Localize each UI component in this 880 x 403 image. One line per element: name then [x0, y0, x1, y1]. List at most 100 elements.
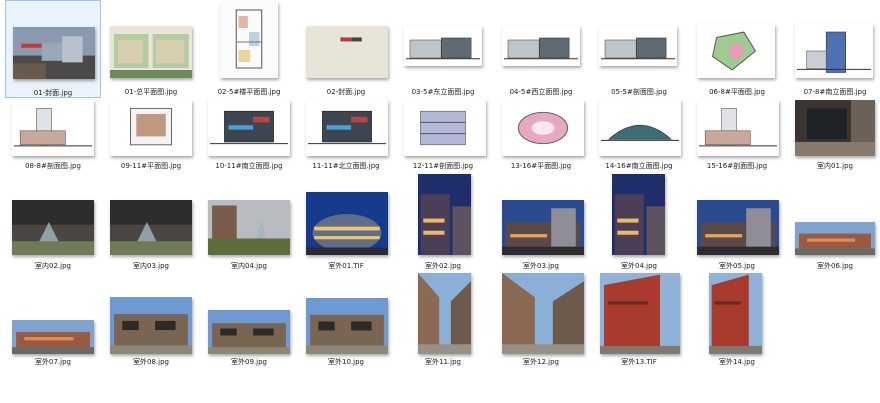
file-thumbnail[interactable]: [600, 273, 680, 354]
file-thumbnail[interactable]: [306, 192, 388, 255]
file-name-label[interactable]: 室外12.jpg: [493, 358, 589, 367]
file-thumbnail[interactable]: [208, 200, 290, 255]
file-thumbnail[interactable]: [697, 100, 779, 156]
file-item[interactable]: 室外02.jpg: [395, 170, 491, 272]
file-name-label[interactable]: 室外13.TIF: [591, 358, 687, 367]
file-name-label[interactable]: 室外08.jpg: [103, 358, 199, 367]
file-item[interactable]: 10-11#南立面图.jpg: [201, 96, 297, 172]
file-item[interactable]: 09-11#平面图.jpg: [103, 96, 199, 172]
file-thumbnail[interactable]: [795, 222, 875, 255]
file-item[interactable]: 室外11.jpg: [395, 268, 491, 368]
file-thumbnail[interactable]: [12, 100, 94, 156]
thumbnail-image-0: [13, 27, 95, 79]
file-thumbnail[interactable]: [208, 100, 290, 156]
thumbnail-image-12: [306, 100, 388, 156]
file-name-label[interactable]: 室外09.jpg: [201, 358, 297, 367]
file-item[interactable]: 02-5#楼平面图.jpg: [201, 0, 297, 98]
thumbnail-image-23: [502, 200, 584, 255]
file-thumbnail[interactable]: [599, 100, 681, 156]
file-item[interactable]: 12-11#剖面图.jpg: [395, 96, 491, 172]
file-thumbnail[interactable]: [208, 310, 290, 354]
file-thumbnail[interactable]: [110, 100, 192, 156]
file-thumbnail[interactable]: [795, 100, 875, 156]
file-name-label[interactable]: 室外07.jpg: [5, 358, 101, 367]
thumbnail-image-9: [12, 100, 94, 156]
thumbnail-image-33: [600, 273, 680, 354]
file-item[interactable]: 02-封面.jpg: [298, 0, 394, 98]
file-item[interactable]: 室外09.jpg: [201, 268, 297, 368]
file-thumbnail[interactable]: [599, 26, 677, 66]
file-item[interactable]: 室外10.jpg: [298, 268, 394, 368]
thumbnail-image-18: [12, 200, 94, 255]
thumbnail-image-4: [404, 26, 482, 66]
file-item[interactable]: 室外12.jpg: [493, 268, 589, 368]
file-thumbnail[interactable]: [697, 24, 775, 78]
file-thumbnail[interactable]: [306, 26, 388, 78]
file-name-label[interactable]: 室外11.jpg: [395, 358, 491, 367]
file-thumbnail[interactable]: [418, 273, 471, 354]
file-name-label[interactable]: 室外06.jpg: [787, 262, 880, 271]
file-item[interactable]: 08-8#剖面图.jpg: [5, 96, 101, 172]
file-item[interactable]: 15-16#剖面图.jpg: [689, 96, 785, 172]
file-thumbnail[interactable]: [13, 27, 95, 79]
file-item[interactable]: 室外14.jpg: [689, 268, 785, 368]
thumbnail-image-29: [208, 310, 290, 354]
file-thumbnail[interactable]: [612, 174, 665, 255]
file-item[interactable]: 室外06.jpg: [787, 170, 880, 272]
file-item[interactable]: 05-5#剖面图.jpg: [591, 0, 687, 98]
file-thumbnail[interactable]: [502, 26, 580, 66]
thumbnail-image-17: [795, 100, 875, 156]
thumbnail-image-11: [208, 100, 290, 156]
file-item[interactable]: 室内02.jpg: [5, 170, 101, 272]
file-name-label[interactable]: 室外10.jpg: [298, 358, 394, 367]
file-thumbnail[interactable]: [795, 24, 873, 78]
file-item[interactable]: 01-总平面图.jpg: [103, 0, 199, 98]
file-item[interactable]: 室外03.jpg: [493, 170, 589, 272]
file-item[interactable]: 室外08.jpg: [103, 268, 199, 368]
file-thumbnail[interactable]: [110, 297, 192, 354]
file-item[interactable]: 室外04.jpg: [591, 170, 687, 272]
thumbnail-image-32: [502, 273, 584, 354]
file-item[interactable]: 室内01.jpg: [787, 96, 880, 172]
file-item[interactable]: 07-8#南立面图.jpg: [787, 0, 880, 98]
file-item[interactable]: 13-16#平面图.jpg: [493, 96, 589, 172]
file-thumbnail[interactable]: [12, 320, 94, 354]
file-item[interactable]: 室内03.jpg: [103, 170, 199, 272]
file-thumbnail[interactable]: [418, 174, 471, 255]
file-thumbnail[interactable]: [12, 200, 94, 255]
file-thumbnail[interactable]: [110, 26, 192, 78]
thumbnail-image-22: [418, 174, 471, 255]
file-thumbnail[interactable]: [404, 26, 482, 66]
thumbnail-image-25: [697, 200, 779, 255]
file-name-label[interactable]: 室外14.jpg: [689, 358, 785, 367]
file-thumbnail[interactable]: [502, 200, 584, 255]
file-thumbnail[interactable]: [306, 298, 388, 354]
thumbnail-image-19: [110, 200, 192, 255]
file-thumbnail[interactable]: [502, 100, 584, 156]
file-thumbnail[interactable]: [709, 273, 762, 354]
file-item[interactable]: 01-封面.jpg: [5, 0, 101, 98]
file-thumbnail[interactable]: [110, 200, 192, 255]
file-item[interactable]: 室外07.jpg: [5, 268, 101, 368]
file-item[interactable]: 14-16#南立面图.jpg: [591, 96, 687, 172]
thumbnail-image-5: [502, 26, 580, 66]
file-item[interactable]: 室外05.jpg: [689, 170, 785, 272]
file-thumbnail[interactable]: [502, 273, 584, 354]
file-item[interactable]: 室内04.jpg: [201, 170, 297, 272]
thumbnail-image-30: [306, 298, 388, 354]
file-thumbnail[interactable]: [697, 200, 779, 255]
file-thumbnail[interactable]: [404, 100, 486, 156]
file-item[interactable]: 06-8#平面图.jpg: [689, 0, 785, 98]
thumbnail-image-3: [306, 26, 388, 78]
file-thumbnail[interactable]: [220, 2, 278, 78]
file-item[interactable]: 11-11#北立面图.jpg: [298, 96, 394, 172]
file-item[interactable]: 室外13.TIF: [591, 268, 687, 368]
thumbnail-image-34: [709, 273, 762, 354]
file-item[interactable]: 室外01.TIF: [298, 170, 394, 272]
thumbnail-image-31: [418, 273, 471, 354]
thumbnail-image-21: [306, 192, 388, 255]
file-item[interactable]: 03-5#东立面图.jpg: [395, 0, 491, 98]
thumbnail-image-16: [697, 100, 779, 156]
file-item[interactable]: 04-5#西立面图.jpg: [493, 0, 589, 98]
file-thumbnail[interactable]: [306, 100, 388, 156]
